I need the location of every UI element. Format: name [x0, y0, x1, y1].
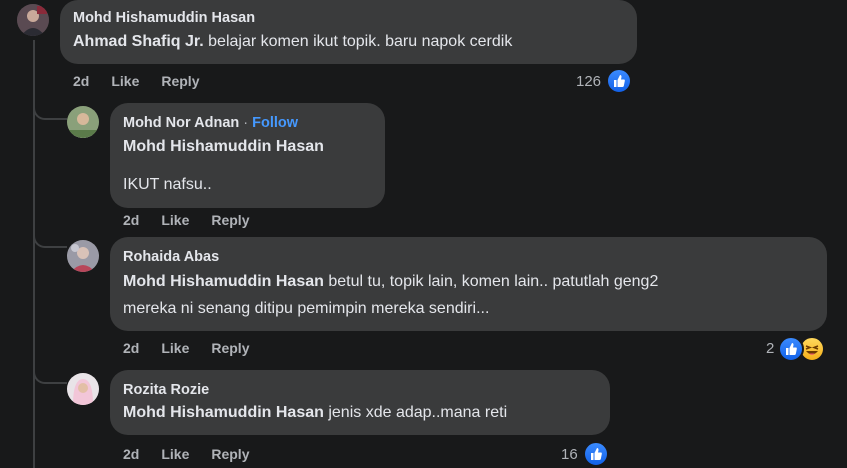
comment-text: Ahmad Shafiq Jr. belajar komen ikut topi…	[73, 33, 512, 51]
comment-actions: 2d Like Reply	[123, 212, 271, 228]
comment-actions: 2d Like Reply	[123, 446, 271, 462]
avatar[interactable]	[17, 4, 49, 36]
comment-author[interactable]: Mohd Hishamuddin Hasan	[73, 10, 255, 26]
reaction-count[interactable]: 126	[576, 73, 601, 90]
thread-branch	[33, 106, 67, 120]
thread-line	[33, 40, 35, 468]
comment-bubble: Rozita Rozie Mohd Hishamuddin Hasan jeni…	[110, 370, 610, 435]
mention-link[interactable]: Ahmad Shafiq Jr.	[73, 33, 204, 50]
comment-timestamp[interactable]: 2d	[123, 212, 139, 228]
mention-link[interactable]: Mohd Hishamuddin Hasan	[123, 404, 324, 421]
comment-timestamp[interactable]: 2d	[123, 340, 139, 356]
comment-actions: 2d Like Reply	[73, 73, 221, 89]
like-button[interactable]: Like	[161, 212, 189, 228]
avatar[interactable]	[67, 240, 99, 272]
like-icon	[778, 336, 804, 362]
follow-button[interactable]: Follow	[252, 115, 298, 131]
comment-bubble: Mohd Hishamuddin Hasan Ahmad Shafiq Jr. …	[60, 0, 637, 64]
avatar[interactable]	[67, 373, 99, 405]
reply-button[interactable]: Reply	[161, 73, 199, 89]
thread-branch	[33, 234, 67, 248]
like-button[interactable]: Like	[161, 340, 189, 356]
avatar[interactable]	[67, 106, 99, 138]
comment-author[interactable]: Rohaida Abas	[123, 249, 219, 265]
comment-author[interactable]: Mohd Nor Adnan	[123, 115, 239, 131]
comment-text-body: jenis xde adap..mana reti	[323, 404, 508, 421]
comment-text-body: belajar komen ikut topik. baru napok cer…	[203, 33, 513, 50]
comment-text-line2: mereka ni senang ditipu pemimpin mereka …	[123, 300, 490, 317]
reaction-count[interactable]: 2	[766, 340, 774, 357]
comment-thread: Mohd Hishamuddin Hasan Ahmad Shafiq Jr. …	[0, 0, 847, 468]
comment-timestamp[interactable]: 2d	[73, 73, 89, 89]
comment-text: IKUT nafsu..	[123, 176, 212, 193]
comment-actions: 2d Like Reply	[123, 340, 271, 356]
comment-text-line1: betul tu, topik lain, komen lain.. patut…	[323, 273, 659, 290]
comment-timestamp[interactable]: 2d	[123, 446, 139, 462]
comment-text: Mohd Hishamuddin Hasan betul tu, topik l…	[123, 273, 658, 291]
comment-author[interactable]: Rozita Rozie	[123, 382, 209, 398]
like-button[interactable]: Like	[111, 73, 139, 89]
reply-button[interactable]: Reply	[211, 446, 249, 462]
like-icon	[606, 68, 632, 94]
reaction-count[interactable]: 16	[561, 446, 578, 463]
comment-text: Mohd Hishamuddin Hasan jenis xde adap..m…	[123, 404, 507, 422]
comment-author-row: Mohd Nor Adnan · Follow	[123, 115, 298, 131]
reply-button[interactable]: Reply	[211, 340, 249, 356]
separator-dot: ·	[243, 115, 249, 131]
like-icon	[583, 441, 609, 467]
comment-bubble: Rohaida Abas Mohd Hishamuddin Hasan betu…	[110, 237, 827, 331]
like-button[interactable]: Like	[161, 446, 189, 462]
mention-link[interactable]: Mohd Hishamuddin Hasan	[123, 138, 324, 156]
reply-button[interactable]: Reply	[211, 212, 249, 228]
comment-bubble: Mohd Nor Adnan · Follow Mohd Hishamuddin…	[110, 103, 385, 208]
thread-branch	[33, 370, 67, 384]
mention-link[interactable]: Mohd Hishamuddin Hasan	[123, 273, 324, 290]
